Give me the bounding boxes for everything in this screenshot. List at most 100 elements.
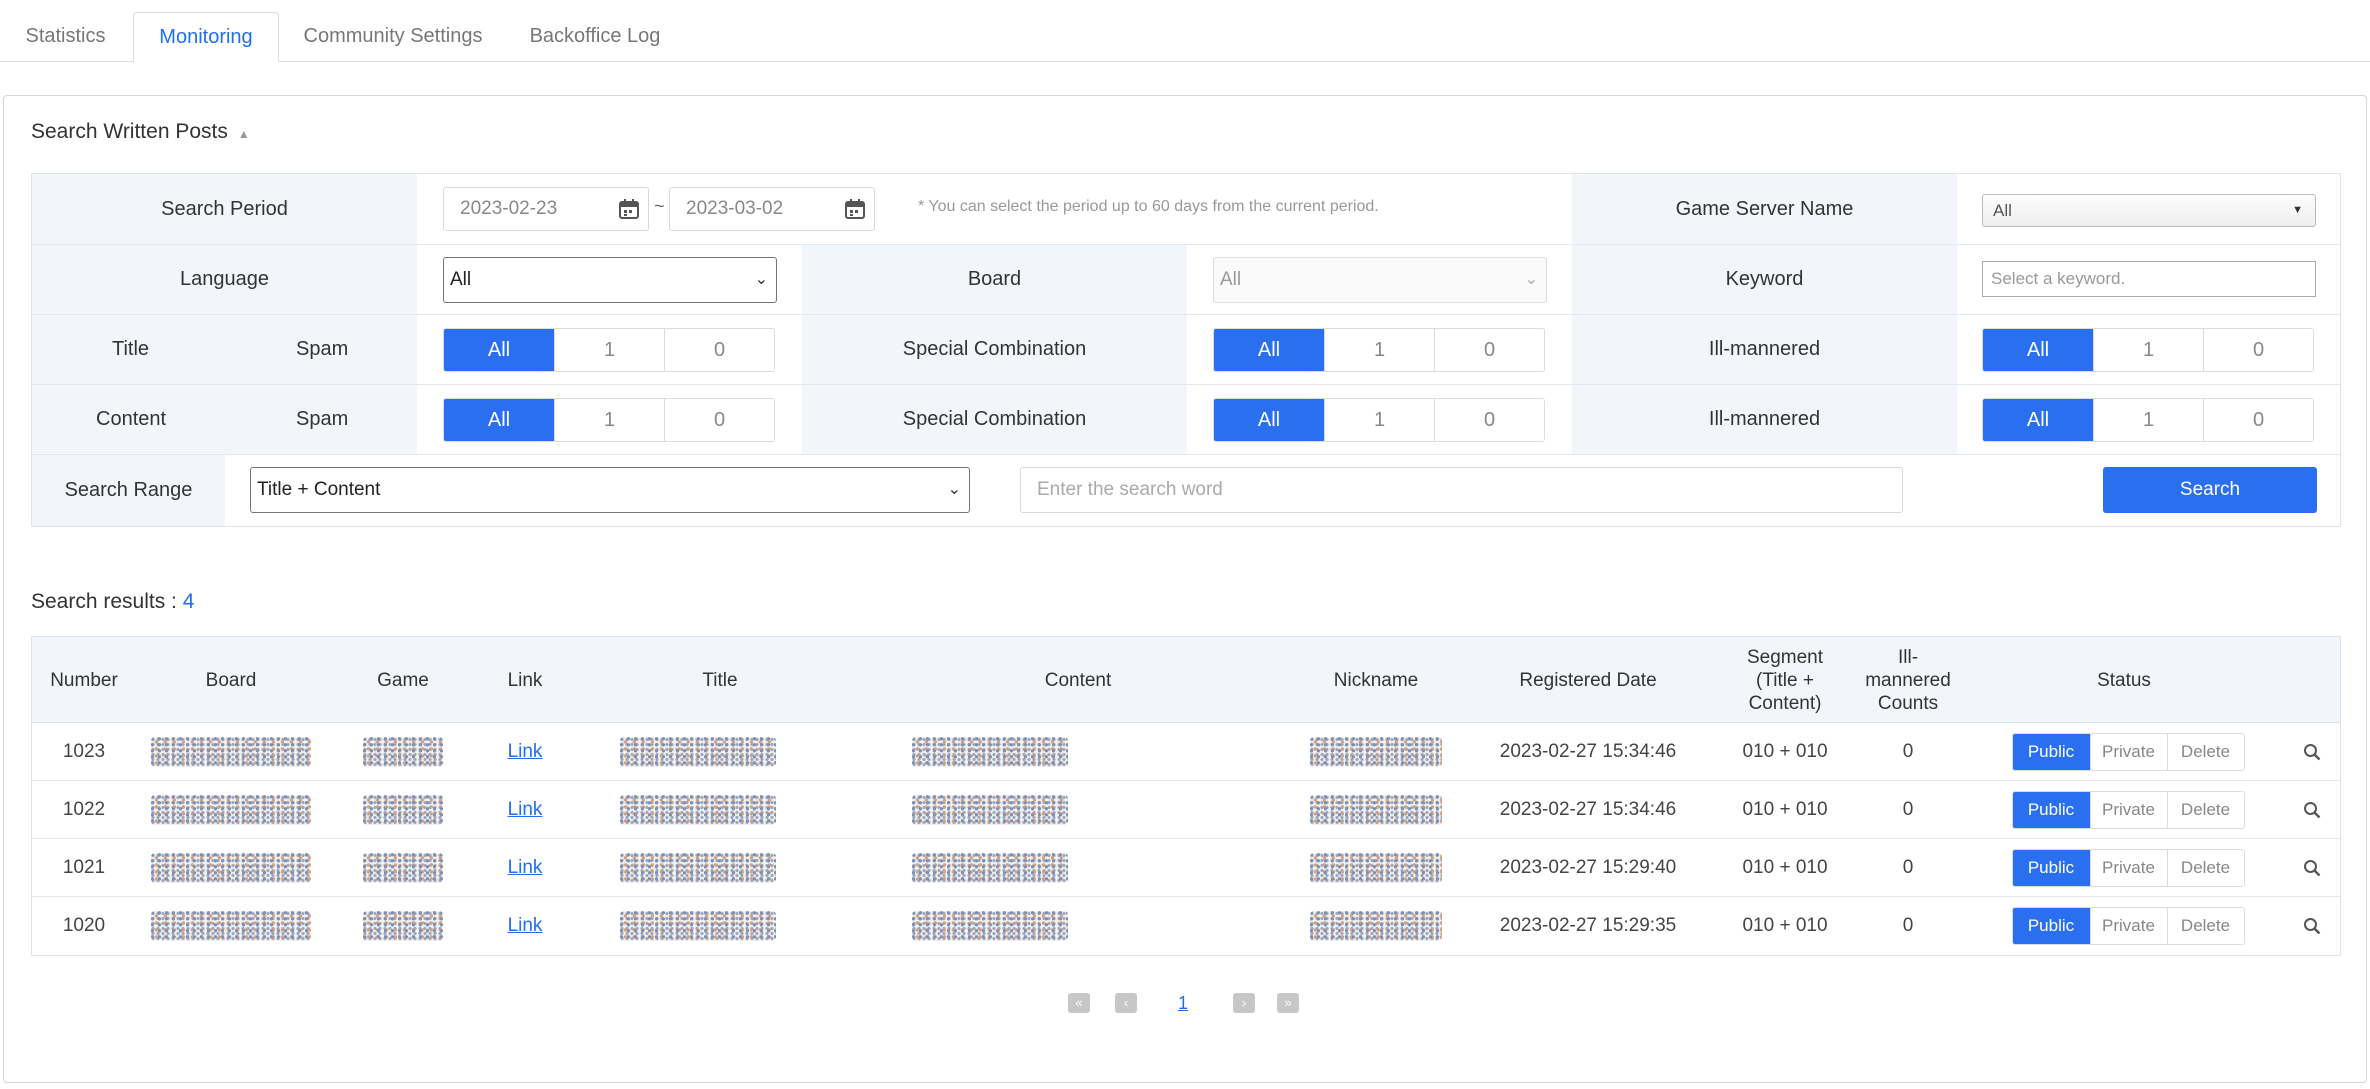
toggle-0[interactable]: 0 <box>2203 399 2313 441</box>
toggle-0[interactable]: 0 <box>1434 399 1544 441</box>
toggle-0[interactable]: 0 <box>2203 329 2313 371</box>
date-to-input[interactable]: 2023-03-02 <box>669 187 875 231</box>
board-cell <box>136 723 326 781</box>
toggle-1[interactable]: 1 <box>554 399 664 441</box>
special-combination-label: Special Combination <box>802 315 1187 384</box>
title-special-combination-toggle: All 1 0 <box>1213 328 1545 372</box>
filter-row-language: Language All ⌄ Board All ⌄ Keyword Selec… <box>32 245 2340 315</box>
segment-value: 010 + 010 <box>1742 857 1828 878</box>
title-cell <box>570 897 870 955</box>
next-page-icon[interactable]: › <box>1233 993 1255 1013</box>
toggle-all[interactable]: All <box>1983 329 2093 371</box>
status-toggle: Public Private Delete <box>2011 791 2245 829</box>
status-cell: Public Private Delete <box>2010 839 2246 897</box>
status-public-button[interactable]: Public <box>2012 734 2090 770</box>
page-number[interactable]: 1 <box>1178 993 1188 1014</box>
first-page-icon[interactable]: « <box>1068 993 1090 1013</box>
status-private-button[interactable]: Private <box>2089 908 2167 944</box>
redacted-content <box>912 853 1068 883</box>
content-spam-toggle: All 1 0 <box>443 398 775 442</box>
calendar-icon[interactable] <box>844 198 866 220</box>
status-delete-button[interactable]: Delete <box>2166 908 2244 944</box>
segment-value: 010 + 010 <box>1742 799 1828 820</box>
results-count: 4 <box>182 590 195 613</box>
status-delete-button[interactable]: Delete <box>2166 792 2244 828</box>
toggle-all[interactable]: All <box>1214 399 1324 441</box>
toggle-all[interactable]: All <box>1214 329 1324 371</box>
status-private-button[interactable]: Private <box>2089 792 2167 828</box>
section-title[interactable]: Search Written Posts ▲ <box>31 120 250 144</box>
redacted-game <box>363 911 443 941</box>
last-page-icon[interactable]: » <box>1277 993 1299 1013</box>
board-cell <box>136 781 326 839</box>
tab-statistics[interactable]: Statistics <box>0 12 131 62</box>
toggle-0[interactable]: 0 <box>664 329 774 371</box>
title-cell <box>570 839 870 897</box>
status-toggle: Public Private Delete <box>2011 907 2245 945</box>
search-range-select[interactable]: Title + Content ⌄ <box>250 467 970 513</box>
nickname-cell <box>1286 839 1466 897</box>
date-from-input[interactable]: 2023-02-23 <box>443 187 649 231</box>
toggle-0[interactable]: 0 <box>664 399 774 441</box>
col-content: Content <box>1044 669 1112 691</box>
board-select[interactable]: All ⌄ <box>1213 257 1547 303</box>
tab-community-settings[interactable]: Community Settings <box>280 12 506 62</box>
post-link[interactable]: Link <box>508 741 543 763</box>
toggle-1[interactable]: 1 <box>554 329 664 371</box>
title-cell <box>570 781 870 839</box>
ill-mannered-count: 0 <box>1902 857 1914 878</box>
tab-backoffice-log[interactable]: Backoffice Log <box>506 12 684 62</box>
nickname-cell <box>1286 723 1466 781</box>
status-private-button[interactable]: Private <box>2089 734 2167 770</box>
col-board: Board <box>205 669 257 691</box>
col-nickname: Nickname <box>1333 669 1419 691</box>
calendar-icon[interactable] <box>618 198 640 220</box>
game-server-value: All <box>1993 201 2012 220</box>
toggle-all[interactable]: All <box>1983 399 2093 441</box>
status-public-button[interactable]: Public <box>2012 908 2090 944</box>
magnifier-icon[interactable] <box>2303 917 2321 935</box>
special-combination-label: Special Combination <box>802 385 1187 454</box>
magnifier-icon[interactable] <box>2303 801 2321 819</box>
col-registered-date: Registered Date <box>1519 669 1657 691</box>
post-link[interactable]: Link <box>508 915 543 937</box>
status-private-button[interactable]: Private <box>2089 850 2167 886</box>
toggle-0[interactable]: 0 <box>1434 329 1544 371</box>
col-ill-mannered-counts: Ill-mannered Counts <box>1865 646 1951 714</box>
prev-page-icon[interactable]: ‹ <box>1115 993 1137 1013</box>
toggle-1[interactable]: 1 <box>2093 329 2203 371</box>
status-public-button[interactable]: Public <box>2012 850 2090 886</box>
post-link[interactable]: Link <box>508 799 543 821</box>
post-link[interactable]: Link <box>508 857 543 879</box>
search-word-input[interactable]: Enter the search word <box>1020 467 1903 513</box>
toggle-1[interactable]: 1 <box>1324 399 1434 441</box>
row-number: 1020 <box>62 915 106 936</box>
redacted-game <box>363 795 443 825</box>
keyword-input[interactable]: Select a keyword. <box>1982 261 2316 297</box>
top-tab-bar: Statistics Monitoring Community Settings… <box>0 0 2370 62</box>
segment-value: 010 + 010 <box>1742 915 1828 936</box>
row-number: 1022 <box>62 799 106 820</box>
game-server-select[interactable]: All ▼ <box>1982 194 2316 227</box>
section-title-text: Search Written Posts <box>31 120 228 143</box>
link-cell: Link <box>480 897 570 955</box>
status-delete-button[interactable]: Delete <box>2166 850 2244 886</box>
toggle-all[interactable]: All <box>444 329 554 371</box>
status-public-button[interactable]: Public <box>2012 792 2090 828</box>
search-button[interactable]: Search <box>2103 467 2317 513</box>
toggle-1[interactable]: 1 <box>1324 329 1434 371</box>
tab-monitoring[interactable]: Monitoring <box>133 12 279 62</box>
chevron-down-icon: ⌄ <box>754 271 768 288</box>
toggle-all[interactable]: All <box>444 399 554 441</box>
collapse-caret-icon[interactable]: ▲ <box>238 127 250 141</box>
registered-date: 2023-02-27 15:29:40 <box>1499 857 1677 878</box>
status-delete-button[interactable]: Delete <box>2166 734 2244 770</box>
detail-cell <box>2292 839 2332 897</box>
registered-date: 2023-02-27 15:29:35 <box>1499 915 1677 936</box>
toggle-1[interactable]: 1 <box>2093 399 2203 441</box>
magnifier-icon[interactable] <box>2303 743 2321 761</box>
magnifier-icon[interactable] <box>2303 859 2321 877</box>
nickname-cell <box>1286 781 1466 839</box>
language-select[interactable]: All ⌄ <box>443 257 777 303</box>
row-number: 1023 <box>62 741 106 762</box>
